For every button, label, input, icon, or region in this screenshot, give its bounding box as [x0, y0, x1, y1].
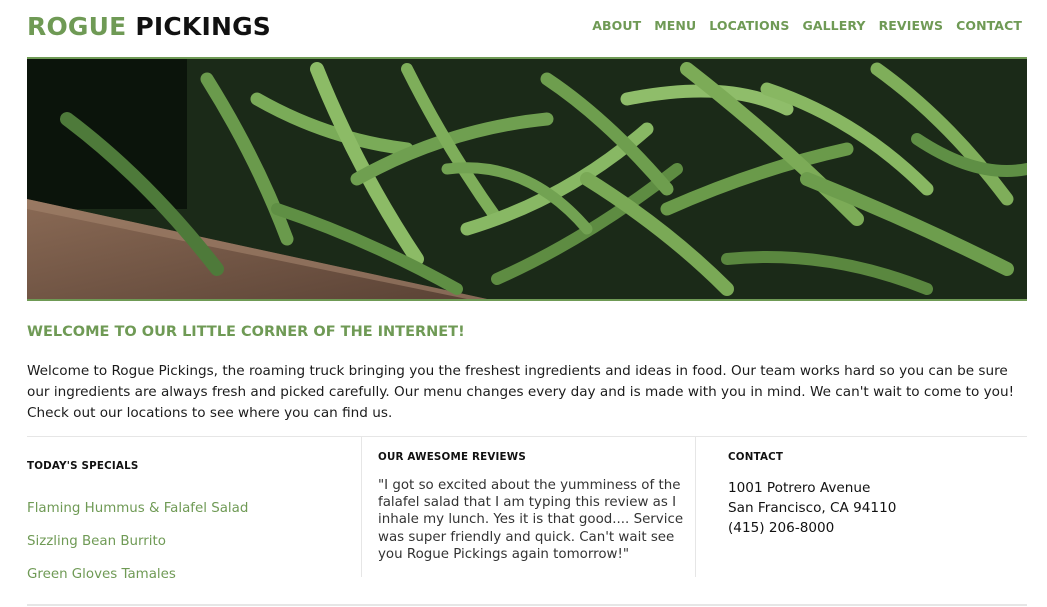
nav-menu[interactable]: MENU — [654, 18, 696, 33]
main-nav: ABOUT MENU LOCATIONS GALLERY REVIEWS CON… — [592, 18, 1022, 33]
hero-image — [27, 57, 1027, 301]
site-logo[interactable]: ROGUE PICKINGS — [27, 12, 271, 41]
reviews-section: OUR AWESOME REVIEWS "I got so excited ab… — [361, 437, 695, 577]
special-item[interactable]: Flaming Hummus & Falafel Salad — [27, 501, 248, 534]
contact-heading: CONTACT — [728, 451, 784, 463]
logo-accent-word: ROGUE — [27, 12, 127, 41]
nav-reviews[interactable]: REVIEWS — [879, 18, 944, 33]
specials-section: TODAY'S SPECIALS Flaming Hummus & Falafe… — [27, 437, 361, 582]
contact-address-line1: 1001 Potrero Avenue — [728, 480, 871, 496]
footer-divider — [27, 604, 1027, 606]
special-item[interactable]: Green Gloves Tamales — [27, 567, 248, 600]
reviews-heading: OUR AWESOME REVIEWS — [378, 451, 526, 463]
contact-details: 1001 Potrero Avenue San Francisco, CA 94… — [728, 478, 896, 538]
site-header: ROGUE PICKINGS ABOUT MENU LOCATIONS GALL… — [27, 8, 1022, 48]
contact-address-line2: San Francisco, CA 94110 — [728, 500, 897, 516]
nav-contact[interactable]: CONTACT — [956, 18, 1022, 33]
specials-list: Flaming Hummus & Falafel Salad Sizzling … — [27, 501, 248, 600]
specials-heading: TODAY'S SPECIALS — [27, 460, 139, 472]
contact-phone[interactable]: (415) 206-8000 — [728, 518, 896, 538]
welcome-title: WELCOME TO OUR LITTLE CORNER OF THE INTE… — [27, 324, 465, 340]
nav-locations[interactable]: LOCATIONS — [709, 18, 789, 33]
review-quote: "I got so excited about the yumminess of… — [378, 478, 684, 562]
nav-gallery[interactable]: GALLERY — [802, 18, 865, 33]
welcome-paragraph: Welcome to Rogue Pickings, the roaming t… — [27, 363, 1015, 421]
green-beans-illustration — [27, 59, 1027, 299]
special-item[interactable]: Sizzling Bean Burrito — [27, 534, 248, 567]
logo-main-word: PICKINGS — [135, 12, 272, 41]
nav-about[interactable]: ABOUT — [592, 18, 641, 33]
contact-section: CONTACT 1001 Potrero Avenue San Francisc… — [695, 437, 1027, 577]
